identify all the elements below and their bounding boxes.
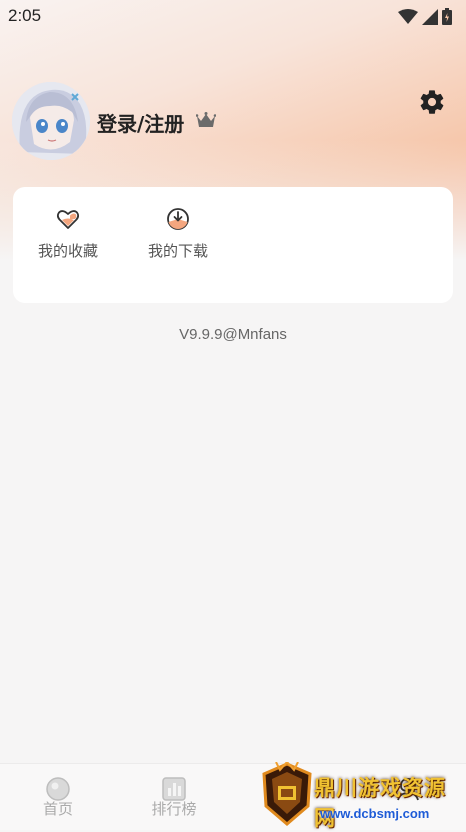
signal-icon	[422, 8, 438, 25]
status-time: 2:05	[8, 6, 42, 25]
watermark-title: 鼎川游戏资源网	[314, 776, 446, 830]
gear-icon[interactable]	[418, 88, 446, 116]
version-text: V9.9.9@Mnfans	[179, 326, 287, 343]
tab-home[interactable]: 首页	[18, 776, 98, 819]
watermark-overlay: 鼎川游戏资源网 www.dcbsmj.com	[258, 760, 466, 830]
my-downloads-label: 我的下载	[147, 242, 208, 260]
tab-ranking[interactable]: 排行榜	[134, 776, 214, 819]
my-downloads-button[interactable]: 我的下载	[138, 207, 218, 261]
status-bar: 2:05	[0, 0, 466, 32]
profile-row: 登录/注册	[12, 82, 454, 162]
wifi-icon	[398, 8, 418, 24]
my-favorites-label: 我的收藏	[37, 242, 98, 260]
heart-icon	[56, 210, 80, 229]
status-icons	[398, 8, 452, 25]
tab-ranking-label: 排行榜	[151, 800, 197, 818]
crown-icon	[196, 112, 216, 127]
tab-home-label: 首页	[42, 800, 73, 818]
battery-icon	[442, 8, 452, 25]
quick-actions-card: 我的收藏 我的下载	[13, 187, 453, 303]
avatar-image	[12, 82, 90, 160]
login-register-link[interactable]: 登录/注册	[97, 108, 184, 137]
watermark-url: www.dcbsmj.com	[320, 806, 430, 821]
avatar[interactable]	[12, 82, 90, 160]
watermark-logo-icon	[262, 762, 312, 826]
download-icon	[167, 208, 189, 230]
my-favorites-button[interactable]: 我的收藏	[28, 207, 108, 261]
